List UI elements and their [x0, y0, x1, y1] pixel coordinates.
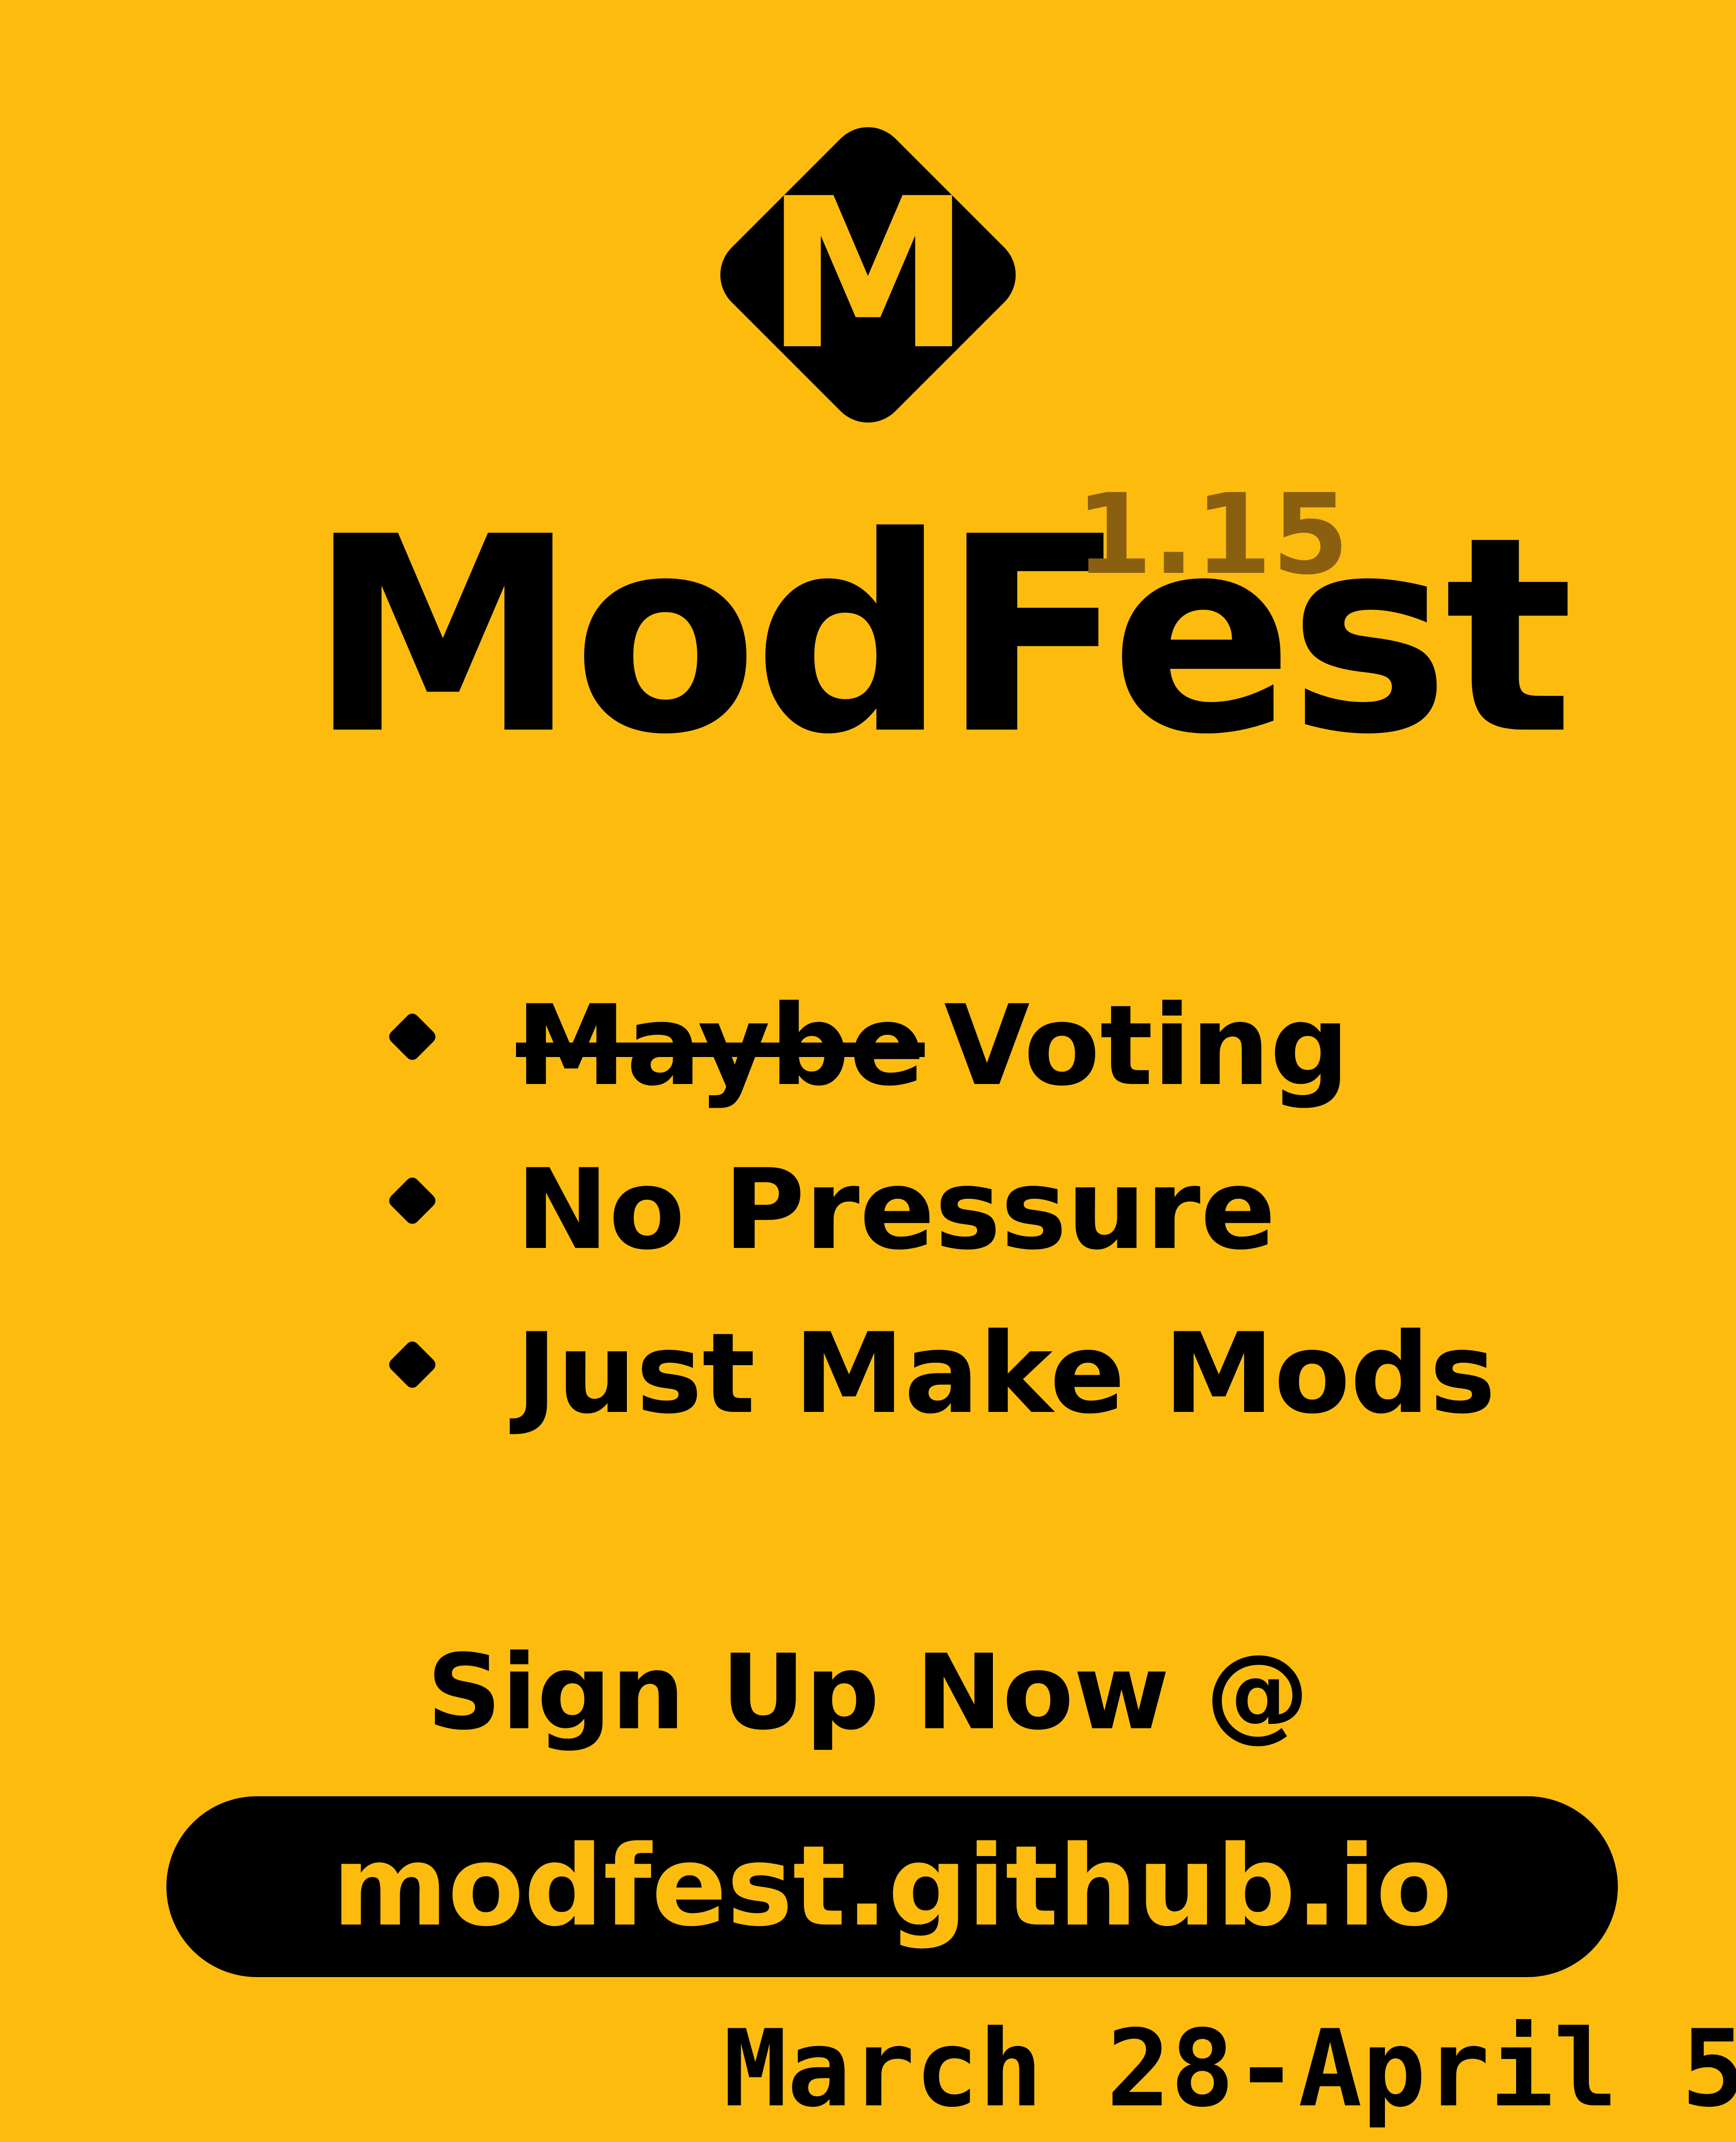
version-label: 1.15: [1075, 471, 1349, 599]
feature-label: Just Make Mods: [516, 1310, 1496, 1438]
feature-text: No Pressure: [516, 1138, 1276, 1283]
struck-word: Maybe: [516, 982, 925, 1111]
diamond-bullet-icon: [389, 1014, 435, 1060]
feature-label: No Pressure: [516, 1146, 1276, 1274]
logo-letter: M: [765, 154, 971, 395]
list-item: Maybe Voting: [371, 974, 1480, 1119]
list-item: Just Make Mods: [371, 1302, 1496, 1447]
event-dates: March 28-April 5: [723, 2007, 1736, 2130]
signup-url-link[interactable]: modfest.github.io: [166, 1796, 1618, 1977]
feature-text: Maybe Voting: [516, 974, 1349, 1119]
signup-label: Sign Up Now @: [427, 1632, 1309, 1753]
diamond-bullet-icon: [389, 1178, 435, 1224]
feature-label: Voting: [944, 982, 1350, 1111]
list-item: No Pressure: [371, 1138, 1480, 1283]
signup-url-text: modfest.github.io: [332, 1822, 1452, 1951]
feature-text: Just Make Mods: [516, 1302, 1496, 1447]
diamond-bullet-icon: [389, 1342, 435, 1388]
